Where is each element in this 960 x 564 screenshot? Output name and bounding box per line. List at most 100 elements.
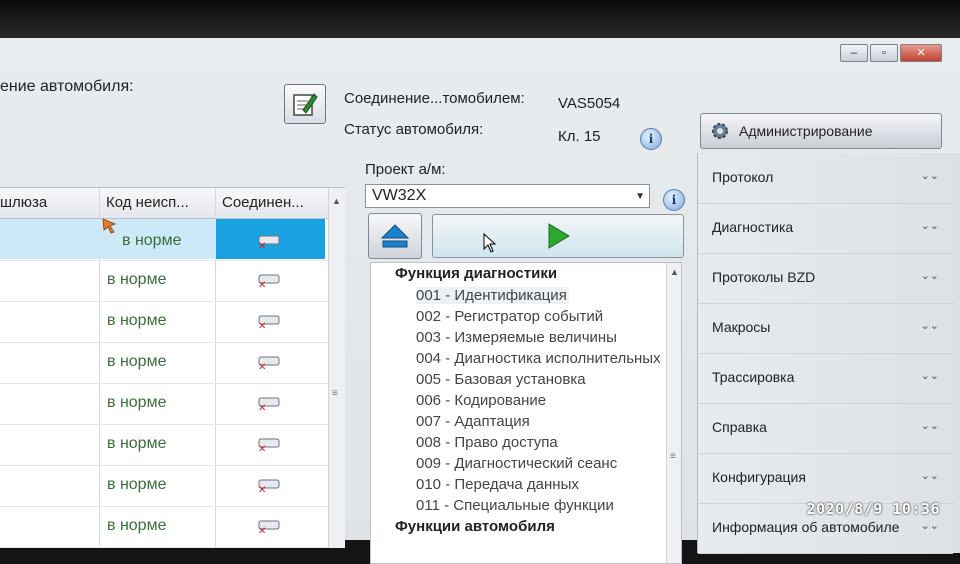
panel-item-label: Справка bbox=[712, 419, 767, 435]
tree-item[interactable]: 007 - Адаптация bbox=[416, 413, 530, 430]
panel-item-label: Трассировка bbox=[712, 369, 795, 385]
window-controls: – ▫ ✕ bbox=[840, 44, 942, 62]
tree-item[interactable]: 004 - Диагностика исполнительных bbox=[416, 350, 661, 367]
tree-group-diagnostic-functions[interactable]: Функция диагностики bbox=[395, 265, 557, 282]
connection-error-icon: ✕ bbox=[258, 520, 280, 535]
tree-item[interactable]: 006 - Кодирование bbox=[416, 392, 546, 409]
panel-item-label: Диагностика bbox=[712, 219, 794, 235]
double-chevron-down-icon: ⌄⌄ bbox=[920, 320, 939, 332]
table-row[interactable]: в норме ✕ bbox=[0, 465, 330, 507]
vehicle-status-label: Статус автомобиля: bbox=[344, 121, 484, 138]
tree-item[interactable]: 003 - Измеряемые величины bbox=[416, 329, 617, 346]
table-row[interactable]: в норме ✕ bbox=[0, 260, 330, 302]
chevron-down-icon: ▼ bbox=[635, 191, 645, 202]
edit-vehicle-button[interactable] bbox=[284, 84, 326, 124]
panel-item-help[interactable]: Справка ⌄⌄ bbox=[698, 403, 953, 454]
panel-item-label: Макросы bbox=[712, 319, 771, 335]
eject-up-button[interactable] bbox=[368, 213, 422, 259]
svg-text:✕: ✕ bbox=[258, 280, 266, 289]
control-units-table: шлюза Код неисп... Соединен... в норме ✕… bbox=[0, 187, 345, 548]
photo-timestamp: 2020/8/9 10:36 bbox=[806, 500, 940, 518]
vehicle-status-value: Кл. 15 bbox=[558, 128, 601, 145]
up-arrow-icon bbox=[380, 224, 410, 248]
table-row[interactable]: в норме ✕ bbox=[0, 383, 330, 425]
scroll-up-arrow[interactable]: ▲ bbox=[332, 196, 341, 206]
row-status: в норме bbox=[107, 435, 167, 452]
tree-item[interactable]: 009 - Диагностический сеанс bbox=[416, 455, 617, 472]
panel-item-macros[interactable]: Макросы ⌄⌄ bbox=[698, 303, 953, 354]
double-chevron-down-icon: ⌄⌄ bbox=[920, 470, 939, 482]
minimize-button[interactable]: – bbox=[840, 44, 868, 62]
panel-item-tracing[interactable]: Трассировка ⌄⌄ bbox=[698, 353, 953, 404]
connection-error-icon: ✕ bbox=[258, 274, 280, 289]
mouse-cursor-icon bbox=[483, 233, 497, 253]
scroll-grip-icon[interactable]: ≡ bbox=[332, 388, 338, 399]
row-status: в норме bbox=[107, 394, 167, 411]
project-label: Проект а/м: bbox=[365, 161, 446, 178]
panel-item-bzd-protocols[interactable]: Протоколы BZD ⌄⌄ bbox=[698, 253, 953, 304]
gear-icon bbox=[712, 123, 728, 139]
administration-label: Администрирование bbox=[739, 123, 873, 139]
column-header-gateway[interactable]: шлюза bbox=[0, 194, 47, 211]
connection-error-icon: ✕ bbox=[258, 438, 280, 453]
monitor-bezel bbox=[0, 0, 960, 40]
svg-text:✕: ✕ bbox=[258, 362, 266, 371]
diagnostic-function-tree: Функция диагностики 001 - Идентификация … bbox=[370, 262, 682, 564]
column-header-fault-code[interactable]: Код неисп... bbox=[106, 194, 189, 211]
administration-button[interactable]: Администрирование bbox=[700, 113, 942, 149]
connection-value: VAS5054 bbox=[558, 95, 621, 112]
table-scrollbar[interactable]: ▲ ≡ bbox=[328, 188, 345, 548]
table-row[interactable]: в норме ✕ bbox=[0, 342, 330, 384]
row-status: в норме bbox=[107, 517, 167, 534]
tree-item[interactable]: 001 - Идентификация bbox=[416, 287, 569, 304]
panel-item-protocol[interactable]: Протокол ⌄⌄ bbox=[698, 153, 953, 204]
right-navigation-panel: Протокол ⌄⌄ Диагностика ⌄⌄ Протоколы BZD… bbox=[697, 153, 960, 554]
double-chevron-down-icon: ⌄⌄ bbox=[920, 220, 939, 232]
vehicle-selection-label: ение автомобиля: bbox=[0, 78, 134, 95]
tree-item[interactable]: 011 - Специальные функции bbox=[416, 497, 614, 514]
row-status: в норме bbox=[107, 312, 167, 329]
play-icon bbox=[548, 223, 570, 249]
row-status: в норме bbox=[107, 353, 167, 370]
svg-text:✕: ✕ bbox=[258, 444, 266, 453]
tree-item[interactable]: 008 - Право доступа bbox=[416, 434, 558, 451]
project-select[interactable]: VW32X ▼ bbox=[365, 184, 650, 208]
tree-group-vehicle-functions[interactable]: Функции автомобиля bbox=[395, 518, 555, 535]
project-selected-value: VW32X bbox=[372, 187, 427, 204]
table-header: шлюза Код неисп... Соединен... bbox=[0, 188, 330, 219]
project-info-icon[interactable]: i bbox=[663, 189, 685, 211]
maximize-button[interactable]: ▫ bbox=[870, 44, 898, 62]
panel-item-configuration[interactable]: Конфигурация ⌄⌄ bbox=[698, 453, 953, 504]
double-chevron-down-icon: ⌄⌄ bbox=[920, 370, 939, 382]
connection-error-icon: ✕ bbox=[258, 356, 280, 371]
connection-error-icon: ✕ bbox=[258, 315, 280, 330]
panel-item-diagnostics[interactable]: Диагностика ⌄⌄ bbox=[698, 203, 953, 254]
tree-scrollbar[interactable]: ▲ ≡ bbox=[666, 263, 681, 563]
panel-item-label: Конфигурация bbox=[712, 469, 806, 485]
table-row[interactable]: в норме ✕ bbox=[0, 301, 330, 343]
tree-item[interactable]: 005 - Базовая установка bbox=[416, 371, 586, 388]
panel-item-label: Протокол bbox=[712, 169, 774, 185]
table-row[interactable]: в норме ✕ bbox=[0, 219, 330, 261]
row-status: в норме bbox=[107, 476, 167, 493]
table-row[interactable]: в норме ✕ bbox=[0, 424, 330, 466]
close-button[interactable]: ✕ bbox=[900, 44, 942, 62]
row-status: в норме bbox=[107, 271, 167, 288]
column-header-connection[interactable]: Соединен... bbox=[222, 194, 304, 211]
connection-error-icon: ✕ bbox=[258, 479, 280, 494]
tree-item[interactable]: 002 - Регистратор событий bbox=[416, 308, 603, 325]
tree-item[interactable]: 010 - Передача данных bbox=[416, 476, 579, 493]
svg-text:✕: ✕ bbox=[258, 321, 266, 330]
info-icon[interactable]: i bbox=[640, 128, 662, 150]
panel-item-label: Информация об автомобиле bbox=[712, 519, 900, 535]
table-row[interactable]: в норме ✕ bbox=[0, 506, 330, 548]
sort-cursor-icon bbox=[102, 218, 117, 234]
svg-text:✕: ✕ bbox=[258, 403, 266, 412]
start-diagnostics-button[interactable] bbox=[432, 214, 684, 258]
scroll-up-arrow[interactable]: ▲ bbox=[670, 267, 679, 277]
row-status: в норме bbox=[122, 232, 182, 249]
scroll-grip-icon[interactable]: ≡ bbox=[670, 451, 676, 462]
double-chevron-down-icon: ⌄⌄ bbox=[920, 170, 939, 182]
svg-text:✕: ✕ bbox=[258, 241, 266, 250]
connection-error-icon: ✕ bbox=[258, 397, 280, 412]
